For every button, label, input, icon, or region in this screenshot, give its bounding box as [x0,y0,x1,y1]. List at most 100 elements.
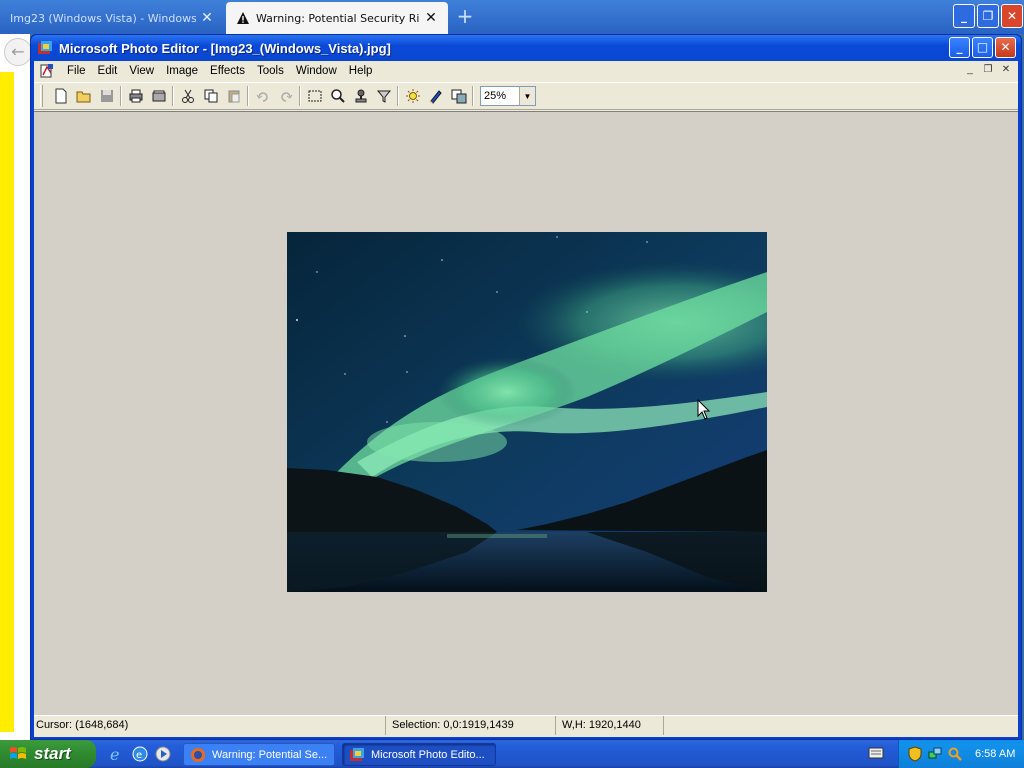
properties-icon [451,89,466,104]
svg-text:e: e [110,745,119,763]
properties-button[interactable] [447,85,470,107]
magnifier-icon [330,89,345,103]
scissors-icon [181,89,194,103]
minimize-button[interactable]: _ [949,37,970,58]
close-button[interactable]: ✕ [995,37,1016,58]
maximize-button[interactable]: □ [972,37,993,58]
new-tab-button[interactable]: + [454,6,476,28]
internet-explorer-icon[interactable]: e [108,745,126,763]
zoom-button[interactable] [326,85,349,107]
keyboard-icon[interactable] [868,746,884,760]
close-icon[interactable]: ✕ [200,10,214,26]
menu-bar: File Edit View Image Effects Tools Windo… [34,61,1018,81]
status-selection: Selection: 0,0:1919,1439 [386,716,556,735]
zoom-dropdown[interactable]: 25% ▼ [480,86,536,106]
status-image-size: W,H: 1920,1440 [556,716,664,735]
menu-file[interactable]: File [61,61,92,81]
back-arrow-icon[interactable]: ← [4,38,32,66]
browser-tab-vista[interactable]: Img23 (Windows Vista) - Windows Wa ✕ [0,2,224,34]
print-button[interactable] [124,85,147,107]
separator [247,86,249,106]
separator [472,86,474,106]
separator [172,86,174,106]
chevron-down-icon[interactable]: ▼ [519,87,535,105]
toolbar-grip[interactable] [40,85,43,107]
status-bar: Cursor: (1648,684) Selection: 0,0:1919,1… [34,715,1018,735]
funnel-button[interactable] [372,85,395,107]
taskbar-button-label: Microsoft Photo Edito... [371,748,485,761]
redo-button[interactable] [274,85,297,107]
minimize-button[interactable]: _ [953,4,975,28]
separator [397,86,399,106]
menu-edit[interactable]: Edit [92,61,124,81]
firefox-icon [191,747,205,762]
aurora-image [287,232,767,592]
start-label: start [34,744,71,763]
title-bar[interactable]: Microsoft Photo Editor - [Img23_(Windows… [31,35,1021,61]
paste-icon [228,90,239,103]
photo-editor-app-icon [38,41,52,54]
toolbar: 25% ▼ [34,82,1018,110]
browser-tab-label: Img23 (Windows Vista) - Windows Wa [10,11,196,25]
taskbar: start e e Warning: Potential Se... Micro… [0,740,1024,768]
stamp-icon [355,89,366,103]
browser-tab-label: Warning: Potential Security Risk A [256,11,420,25]
paste-button[interactable] [222,85,245,107]
funnel-icon [376,90,391,103]
copy-button[interactable] [199,85,222,107]
aurora-photo[interactable] [287,232,767,592]
copy-icon [204,89,217,103]
clock: 6:58 AM [975,748,1016,760]
doc-restore-button[interactable]: ❐ [980,63,996,77]
network-icon[interactable] [927,746,943,762]
pen-button[interactable] [424,85,447,107]
select-button[interactable] [303,85,326,107]
doc-close-button[interactable]: ✕ [998,63,1014,77]
mouse-cursor-icon [697,399,711,420]
undo-button[interactable] [251,85,274,107]
selection-rectangle-icon [308,90,321,102]
new-button[interactable] [49,85,72,107]
menu-window[interactable]: Window [290,61,343,81]
open-folder-icon [76,91,90,103]
search-icon[interactable] [947,746,963,762]
shield-icon[interactable] [907,746,923,762]
print-icon [129,89,142,103]
menu-help[interactable]: Help [343,61,379,81]
menu-tools[interactable]: Tools [251,61,290,81]
close-icon[interactable]: ✕ [424,10,438,26]
restore-button[interactable]: ❐ [977,4,999,28]
document-window-controls: _ ❐ ✕ [962,63,1014,77]
status-cursor: Cursor: (1648,684) [34,716,386,735]
doc-minimize-button[interactable]: _ [962,63,978,77]
stamp-button[interactable] [349,85,372,107]
media-player-icon[interactable] [154,745,172,763]
photo-editor-window: Microsoft Photo Editor - [Img23_(Windows… [30,34,1022,740]
warning-icon [236,11,250,25]
taskbar-button-label: Warning: Potential Se... [212,748,328,761]
window-title: Microsoft Photo Editor - [Img23_(Windows… [59,40,391,56]
close-button[interactable]: ✕ [1001,4,1023,28]
save-button[interactable] [95,85,118,107]
brightness-button[interactable] [401,85,424,107]
separator [120,86,122,106]
taskbar-button-photo-editor[interactable]: Microsoft Photo Edito... [342,743,496,766]
zoom-value: 25% [484,90,507,102]
cut-button[interactable] [176,85,199,107]
menu-view[interactable]: View [123,61,160,81]
yellow-bar [0,72,14,732]
image-workspace [34,111,1018,715]
document-icon[interactable] [39,63,55,79]
menu-image[interactable]: Image [160,61,204,81]
taskbar-button-warning[interactable]: Warning: Potential Se... [183,743,335,766]
scan-button[interactable] [147,85,170,107]
browser-tab-warning[interactable]: Warning: Potential Security Risk A ✕ [226,2,448,34]
system-tray: 6:58 AM [898,740,1024,768]
browser-icon[interactable]: e [131,745,149,763]
menu-effects[interactable]: Effects [204,61,251,81]
redo-icon [280,92,292,102]
start-button[interactable]: start [0,740,96,768]
undo-icon [256,92,268,102]
photo-editor-app-icon [350,747,364,761]
open-button[interactable] [72,85,95,107]
